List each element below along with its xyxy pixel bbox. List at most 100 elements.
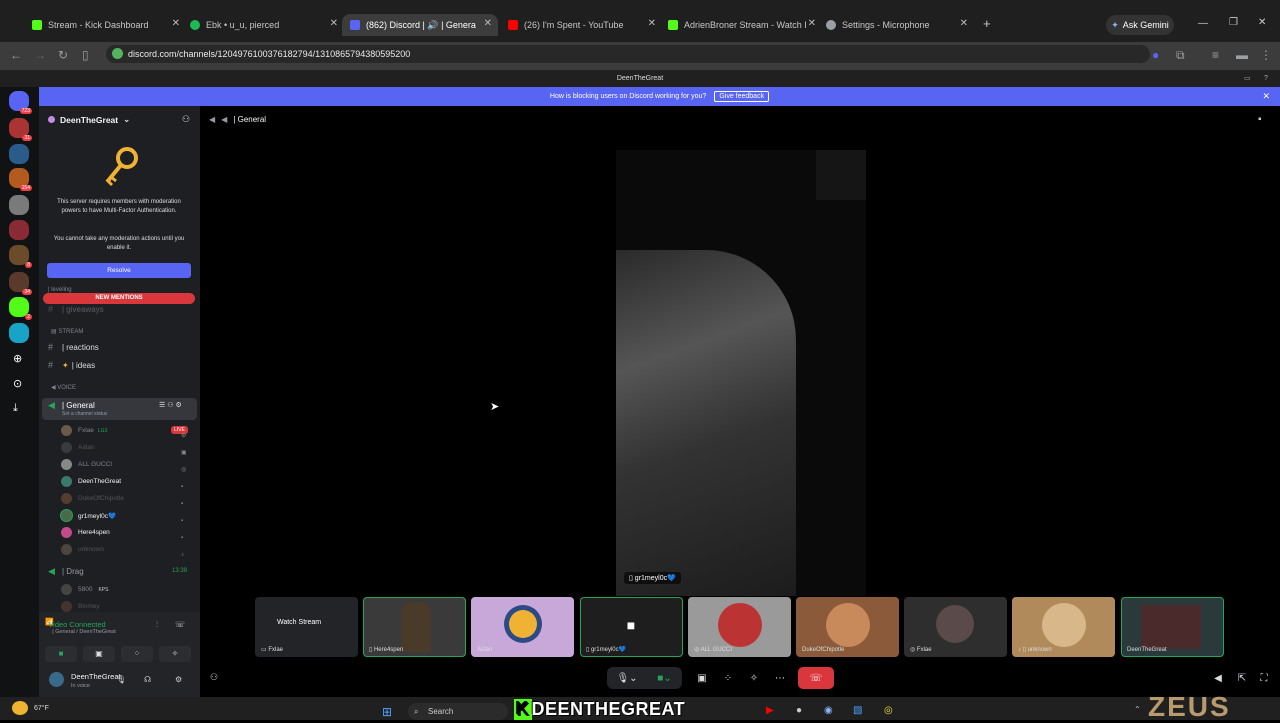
weather-icon[interactable] bbox=[12, 701, 28, 715]
server-icon[interactable] bbox=[9, 144, 29, 164]
discover-icon[interactable]: ⊙ bbox=[13, 377, 22, 390]
microphone-icon[interactable]: 🎙 bbox=[116, 675, 126, 684]
server-icon[interactable]: 154 bbox=[9, 168, 32, 191]
voice-user-unknown[interactable]: unknown bbox=[61, 544, 104, 555]
voice-user-fxlae[interactable]: Fxlae LG3 bbox=[61, 425, 107, 436]
focused-video[interactable]: ▯ gr1meyl0c💙 bbox=[616, 150, 866, 596]
participant-tile[interactable]: Aidan bbox=[471, 597, 574, 657]
ask-gemini-button[interactable]: ✦ Ask Gemini bbox=[1106, 15, 1174, 35]
close-icon[interactable]: ✕ bbox=[808, 18, 816, 29]
new-mentions-pill[interactable]: NEW MENTIONS bbox=[43, 293, 195, 304]
server-icon[interactable]: 31 bbox=[9, 118, 32, 141]
soundboard-icon[interactable]: ✧ bbox=[159, 646, 191, 662]
activities-icon[interactable]: ⁘ bbox=[716, 667, 740, 689]
chat-icon[interactable]: ▪ bbox=[1258, 114, 1262, 125]
invite-icon[interactable]: ⚇ bbox=[182, 114, 190, 125]
server-icon[interactable]: 8 bbox=[9, 245, 32, 268]
steam-icon[interactable]: ◉ bbox=[824, 705, 833, 716]
participant-tile[interactable]: ◎ ALL GUCCI bbox=[688, 597, 791, 657]
tab-discord[interactable]: (862) Discord | 🔊 | Genera ✕ bbox=[342, 14, 498, 36]
voice-user-here4spen[interactable]: Here4spen bbox=[61, 527, 110, 538]
channel-general[interactable]: ◀ | General bbox=[48, 400, 95, 411]
close-icon[interactable]: ✕ bbox=[172, 18, 180, 29]
media-icon[interactable]: ≡ bbox=[1212, 48, 1219, 62]
download-icon[interactable]: ⤓ bbox=[13, 402, 18, 415]
app-icon[interactable]: ◎ bbox=[884, 705, 893, 716]
url-field[interactable]: discord.com/channels/1204976100376182794… bbox=[106, 45, 1150, 63]
back-icon[interactable]: ← bbox=[10, 48, 22, 62]
tab-settings[interactable]: Settings - Microphone ✕ bbox=[826, 14, 968, 36]
headphones-icon[interactable]: ☊ bbox=[144, 675, 151, 684]
voice-user-deenthegreat[interactable]: DeenTheGreat bbox=[61, 476, 121, 487]
activities-icon[interactable]: ⁘ bbox=[121, 646, 153, 662]
forward-icon[interactable]: → bbox=[34, 48, 46, 62]
discord-home-icon[interactable]: 723 bbox=[9, 91, 32, 114]
menu-icon[interactable]: ⋮ bbox=[1260, 48, 1272, 62]
tray-chevron-icon[interactable]: ⌃ bbox=[1134, 705, 1141, 714]
profile-icon[interactable]: ▬ bbox=[1236, 48, 1248, 62]
help-icon[interactable]: ? bbox=[1264, 70, 1268, 87]
close-icon[interactable]: ✕ bbox=[1262, 91, 1270, 102]
channel-ideas[interactable]: # ✦ | ideas bbox=[48, 360, 95, 370]
close-icon[interactable]: ✕ bbox=[960, 18, 968, 29]
close-window-icon[interactable]: ✕ bbox=[1258, 17, 1266, 28]
disconnect-icon[interactable]: ☏ bbox=[175, 620, 185, 629]
close-icon[interactable]: ✕ bbox=[330, 18, 338, 29]
inbox-icon[interactable]: ▭ bbox=[1244, 70, 1251, 87]
app-icon[interactable]: ▧ bbox=[853, 705, 862, 716]
participant-tile[interactable]: ◎ Fxlae bbox=[904, 597, 1007, 657]
participant-tile[interactable]: ■ ▯ gr1meyl0c💙 bbox=[580, 597, 683, 657]
maximize-icon[interactable]: ❐ bbox=[1229, 17, 1238, 28]
tab-kick-dashboard[interactable]: Stream - Kick Dashboard ✕ bbox=[32, 14, 180, 36]
new-tab-button[interactable]: + bbox=[983, 16, 991, 31]
fullscreen-icon[interactable]: ⛶ bbox=[1256, 667, 1272, 689]
screenshare-icon[interactable]: ▣ bbox=[690, 667, 714, 689]
close-icon[interactable]: ✕ bbox=[648, 18, 656, 29]
channel-actions-icon[interactable]: ☰ ⚇ ⚙ bbox=[159, 401, 182, 409]
tab-kick-stream[interactable]: AdrienBroner Stream - Watch I ✕ bbox=[668, 14, 816, 36]
give-feedback-button[interactable]: Give feedback bbox=[714, 91, 770, 102]
add-server-icon[interactable]: ⊕ bbox=[13, 352, 22, 365]
participant-tile[interactable]: DeenTheGreat bbox=[1121, 597, 1224, 657]
settings-icon[interactable]: ⚙ bbox=[175, 675, 182, 684]
youtube-icon[interactable]: ▶ bbox=[766, 705, 774, 716]
tab-spotify[interactable]: Ebk • u_u, pierced ✕ bbox=[190, 14, 338, 36]
camera-icon[interactable]: ■⌄ bbox=[647, 667, 682, 689]
channel-giveaways[interactable]: # | giveaways bbox=[48, 304, 104, 314]
extension-icon[interactable]: ● bbox=[1152, 48, 1159, 62]
taskbar-search[interactable]: ⌕ Search bbox=[408, 703, 508, 720]
tab-youtube[interactable]: (26) I'm Spent - YouTube ✕ bbox=[508, 14, 656, 36]
avatar[interactable] bbox=[49, 672, 64, 687]
server-icon[interactable] bbox=[9, 195, 29, 215]
invite-icon[interactable]: ⚇ bbox=[210, 672, 218, 683]
app-icon[interactable]: ● bbox=[796, 705, 802, 716]
minimize-icon[interactable]: — bbox=[1198, 18, 1208, 29]
participant-tile[interactable]: Watch Stream ▭ Fxlae bbox=[255, 597, 358, 657]
channel-status[interactable]: Set a channel status bbox=[62, 411, 107, 417]
voice-user-dukeofchipotle[interactable]: DukeOfChipotle bbox=[61, 493, 124, 504]
windows-icon[interactable]: ⊞ bbox=[382, 705, 398, 719]
volume-icon[interactable]: ◀ bbox=[1210, 667, 1226, 689]
voice-user-aidan[interactable]: Aidan bbox=[61, 442, 95, 453]
participant-tile[interactable]: ♪ ▯ unknown bbox=[1012, 597, 1115, 657]
sidebar-icon[interactable]: ▯ bbox=[82, 48, 89, 62]
server-icon[interactable]: 34 bbox=[9, 272, 32, 295]
extensions-puzzle-icon[interactable]: ⧉ bbox=[1176, 48, 1185, 63]
camera-icon[interactable]: ■ bbox=[45, 646, 77, 662]
site-info-icon[interactable] bbox=[112, 48, 123, 59]
soundboard-icon[interactable]: ✧ bbox=[742, 667, 766, 689]
watch-stream-button[interactable]: Watch Stream bbox=[277, 619, 321, 626]
participant-tile[interactable]: DukeOfChipotle bbox=[796, 597, 899, 657]
category-stream[interactable]: ▤ STREAM bbox=[51, 328, 83, 335]
voice-user-all-gucci[interactable]: ALL GUCCI bbox=[61, 459, 112, 470]
voice-connection-location[interactable]: | General / DeenTheGreat bbox=[39, 629, 129, 635]
microphone-icon[interactable]: 🎙⌄ bbox=[607, 667, 647, 689]
server-icon[interactable] bbox=[9, 220, 29, 240]
close-icon[interactable]: ✕ bbox=[484, 18, 492, 29]
voice-user-5800[interactable]: 5800 KPS bbox=[61, 584, 108, 595]
participant-tile[interactable]: ▯ Here4spen bbox=[363, 597, 466, 657]
popout-icon[interactable]: ⇱ bbox=[1234, 667, 1250, 689]
channel-reactions[interactable]: # | reactions bbox=[48, 342, 99, 352]
noise-icon[interactable]: ⫶ bbox=[156, 620, 158, 630]
disconnect-button[interactable]: ☏ bbox=[798, 667, 834, 689]
